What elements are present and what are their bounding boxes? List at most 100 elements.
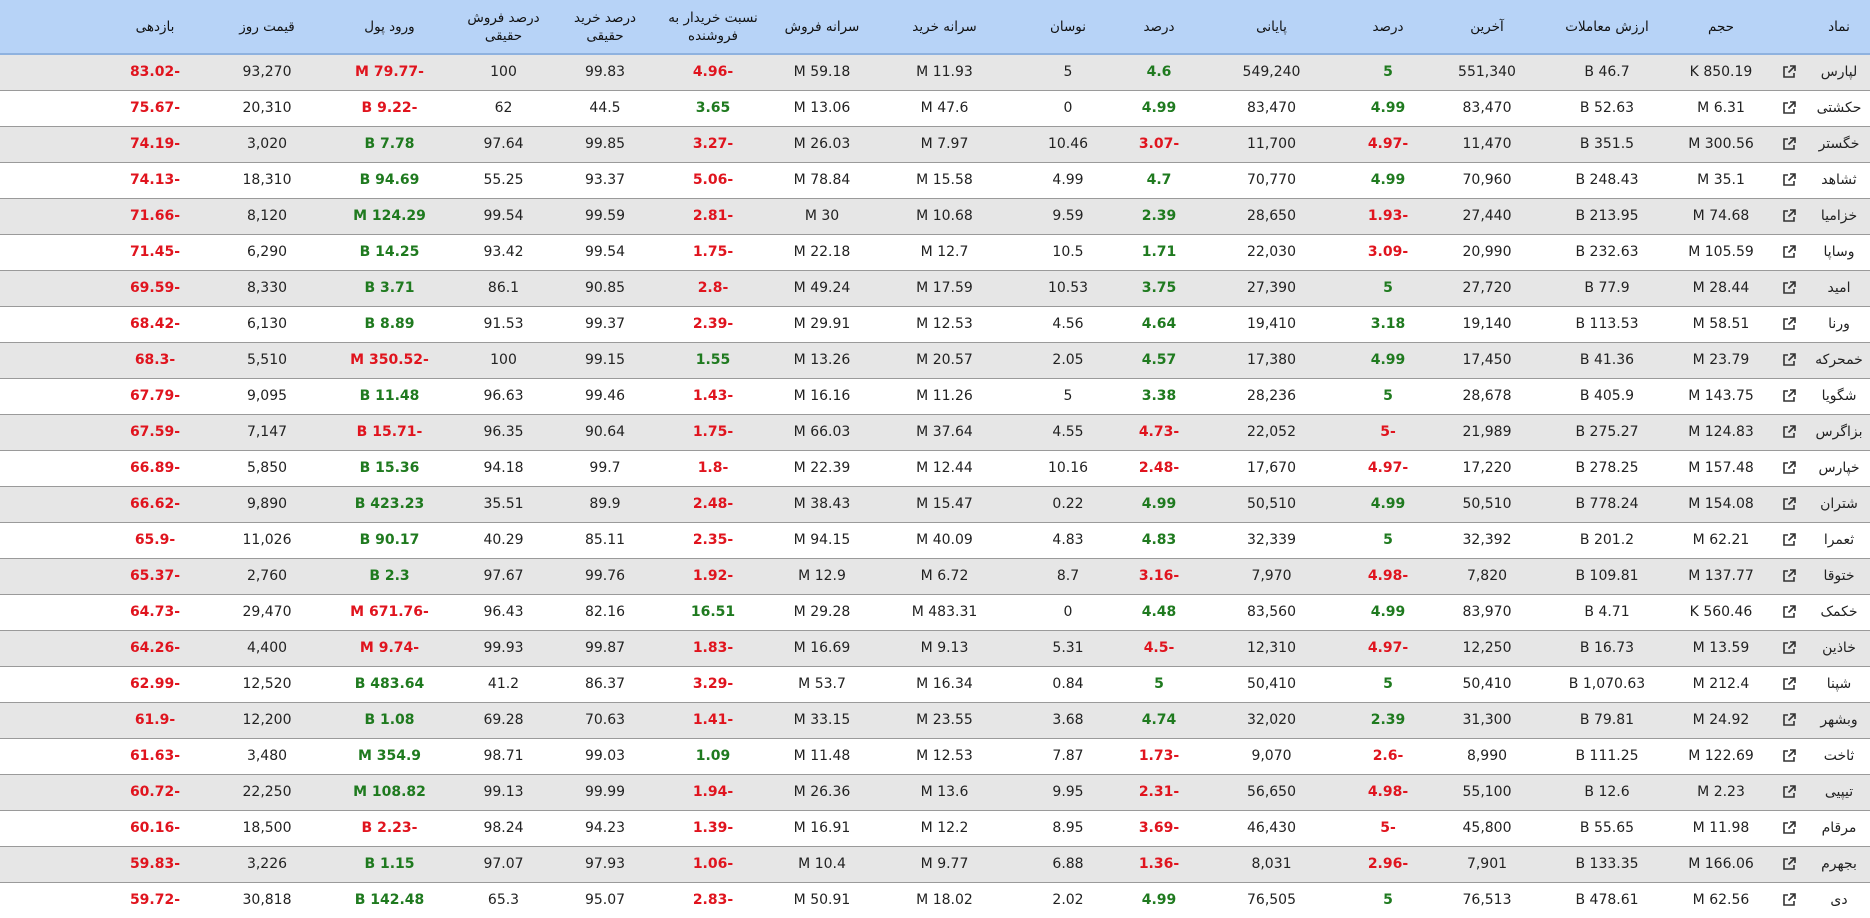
cell-symbol[interactable]: امید [1808, 269, 1870, 306]
cell-symbol[interactable]: خمحرکه [1808, 341, 1870, 378]
table-row[interactable]: خگستر 300.56 M 351.5 B 11,470 -4.97 11,700 -3.… [0, 125, 1870, 162]
col-last-price[interactable]: آخرین [1432, 0, 1542, 55]
external-link-icon[interactable] [1781, 712, 1797, 728]
row-link-cell[interactable] [1770, 629, 1808, 666]
row-link-cell[interactable] [1770, 521, 1808, 558]
table-row[interactable]: خمحرکه 23.79 M 41.36 B 17,450 4.99 17,380 4.57… [0, 341, 1870, 378]
table-row[interactable]: خکمک 560.46 K 4.71 B 83,970 4.99 83,560 4.48 0 4… [0, 593, 1870, 630]
table-row[interactable]: ورنا 58.51 M 113.53 B 19,140 3.18 19,410 4.64 4… [0, 305, 1870, 342]
row-link-cell[interactable] [1770, 377, 1808, 414]
table-row[interactable]: ختوقا 137.77 M 109.81 B 7,820 -4.98 7,970 -3.1… [0, 557, 1870, 594]
table-row[interactable]: شتران 154.08 M 778.24 B 50,510 4.99 50,510 4.9… [0, 485, 1870, 522]
external-link-icon[interactable] [1781, 352, 1797, 368]
row-link-cell[interactable] [1770, 737, 1808, 774]
table-row[interactable]: ثعمرا 62.21 M 201.2 B 32,392 5 32,339 4.83 4.83… [0, 521, 1870, 558]
row-link-cell[interactable] [1770, 89, 1808, 126]
table-row[interactable]: ثشاهد 35.1 M 248.43 B 70,960 4.99 70,770 4.7 4.… [0, 161, 1870, 198]
row-link-cell[interactable] [1770, 125, 1808, 162]
table-row[interactable]: تیپیی 2.23 M 12.6 B 55,100 -4.98 56,650 -2.31 9… [0, 773, 1870, 810]
col-real-sell-percent[interactable]: درصد فروش حقیقی [451, 0, 556, 55]
external-link-icon[interactable] [1781, 280, 1797, 296]
row-link-cell[interactable] [1770, 485, 1808, 522]
row-link-cell[interactable] [1770, 773, 1808, 810]
cell-symbol[interactable]: بزاگرس [1808, 413, 1870, 450]
table-row[interactable]: شپنا 212.4 M 1,070.63 B 50,410 5 50,410 5 0.84 1… [0, 665, 1870, 702]
external-link-icon[interactable] [1781, 676, 1797, 692]
row-link-cell[interactable] [1770, 161, 1808, 198]
table-row[interactable]: خزامیا 74.68 M 213.95 B 27,440 -1.93 28,650 2.… [0, 197, 1870, 234]
table-row[interactable]: وساپا 105.59 M 232.63 B 20,990 -3.09 22,030 1.… [0, 233, 1870, 270]
table-row[interactable]: بجهرم 166.06 M 133.35 B 7,901 -2.96 8,031 -1.3… [0, 845, 1870, 882]
col-day-price[interactable]: قیمت روز [206, 0, 328, 55]
table-row[interactable]: شگویا 143.75 M 405.9 B 28,678 5 28,236 3.38 5 11… [0, 377, 1870, 414]
external-link-icon[interactable] [1781, 496, 1797, 512]
row-link-cell[interactable] [1770, 593, 1808, 630]
col-close-price[interactable]: پایانی [1199, 0, 1344, 55]
external-link-icon[interactable] [1781, 532, 1797, 548]
col-money-inflow[interactable]: ورود پول [328, 0, 451, 55]
row-link-cell[interactable] [1770, 557, 1808, 594]
external-link-icon[interactable] [1781, 64, 1797, 80]
cell-symbol[interactable]: تیپیی [1808, 773, 1870, 810]
col-sell-per-capita[interactable]: سرانه فروش [772, 0, 872, 55]
row-link-cell[interactable] [1770, 881, 1808, 918]
external-link-icon[interactable] [1781, 388, 1797, 404]
external-link-icon[interactable] [1781, 460, 1797, 476]
table-row[interactable]: امید 28.44 M 77.9 B 27,720 5 27,390 3.75 10.53 1… [0, 269, 1870, 306]
cell-symbol[interactable]: خپارس [1808, 449, 1870, 486]
col-real-buy-percent[interactable]: درصد خرید حقیقی [556, 0, 654, 55]
cell-symbol[interactable]: خاذین [1808, 629, 1870, 666]
external-link-icon[interactable] [1781, 172, 1797, 188]
table-row[interactable]: بزاگرس 124.83 M 275.27 B 21,989 -5 22,052 -4.7… [0, 413, 1870, 450]
cell-symbol[interactable]: بجهرم [1808, 845, 1870, 882]
cell-symbol[interactable]: ورنا [1808, 305, 1870, 342]
col-buy-per-capita[interactable]: سرانه خرید [872, 0, 1017, 55]
cell-symbol[interactable]: شتران [1808, 485, 1870, 522]
table-row[interactable]: دی 62.56 M 478.61 B 76,513 5 76,505 4.99 2.02 18… [0, 881, 1870, 918]
external-link-icon[interactable] [1781, 748, 1797, 764]
cell-symbol[interactable]: خزامیا [1808, 197, 1870, 234]
cell-symbol[interactable]: لپارس [1808, 53, 1870, 90]
col-trade-value[interactable]: ارزش معاملات [1542, 0, 1672, 55]
row-link-cell[interactable] [1770, 449, 1808, 486]
col-symbol[interactable]: نماد [1808, 0, 1870, 55]
table-row[interactable]: لپارس 850.19 K 46.7 B 551,340 5 549,240 4.6 5 11… [0, 53, 1870, 90]
cell-symbol[interactable]: ثعمرا [1808, 521, 1870, 558]
table-row[interactable]: ثاخت 122.69 M 111.25 B 8,990 -2.6 9,070 -1.73 7… [0, 737, 1870, 774]
cell-symbol[interactable]: خکمک [1808, 593, 1870, 630]
cell-symbol[interactable]: خگستر [1808, 125, 1870, 162]
external-link-icon[interactable] [1781, 424, 1797, 440]
table-row[interactable]: خاذین 13.59 M 16.73 B 12,250 -4.97 12,310 -4.5… [0, 629, 1870, 666]
col-last-percent[interactable]: درصد [1344, 0, 1432, 55]
col-buyer-seller-ratio[interactable]: نسبت خریدار به فروشنده [654, 0, 772, 55]
row-link-cell[interactable] [1770, 665, 1808, 702]
cell-symbol[interactable]: دی [1808, 881, 1870, 918]
external-link-icon[interactable] [1781, 316, 1797, 332]
cell-symbol[interactable]: شپنا [1808, 665, 1870, 702]
external-link-icon[interactable] [1781, 568, 1797, 584]
cell-symbol[interactable]: ثاخت [1808, 737, 1870, 774]
external-link-icon[interactable] [1781, 100, 1797, 116]
external-link-icon[interactable] [1781, 640, 1797, 656]
row-link-cell[interactable] [1770, 845, 1808, 882]
external-link-icon[interactable] [1781, 856, 1797, 872]
cell-symbol[interactable]: مرقام [1808, 809, 1870, 846]
table-row[interactable]: وبشهر 24.92 M 79.81 B 31,300 2.39 32,020 4.74 3… [0, 701, 1870, 738]
row-link-cell[interactable] [1770, 305, 1808, 342]
col-close-percent[interactable]: درصد [1119, 0, 1199, 55]
external-link-icon[interactable] [1781, 604, 1797, 620]
row-link-cell[interactable] [1770, 197, 1808, 234]
cell-symbol[interactable]: شگویا [1808, 377, 1870, 414]
cell-symbol[interactable]: وساپا [1808, 233, 1870, 270]
external-link-icon[interactable] [1781, 244, 1797, 260]
row-link-cell[interactable] [1770, 53, 1808, 90]
cell-symbol[interactable]: ثشاهد [1808, 161, 1870, 198]
table-row[interactable]: حکشتی 6.31 M 52.63 B 83,470 4.99 83,470 4.99 0 4… [0, 89, 1870, 126]
row-link-cell[interactable] [1770, 701, 1808, 738]
col-volume[interactable]: حجم [1672, 0, 1770, 55]
row-link-cell[interactable] [1770, 233, 1808, 270]
row-link-cell[interactable] [1770, 269, 1808, 306]
table-row[interactable]: مرقام 11.98 M 55.65 B 45,800 -5 46,430 -3.69 8.… [0, 809, 1870, 846]
external-link-icon[interactable] [1781, 208, 1797, 224]
table-row[interactable]: خپارس 157.48 M 278.25 B 17,220 -4.97 17,670 -2… [0, 449, 1870, 486]
